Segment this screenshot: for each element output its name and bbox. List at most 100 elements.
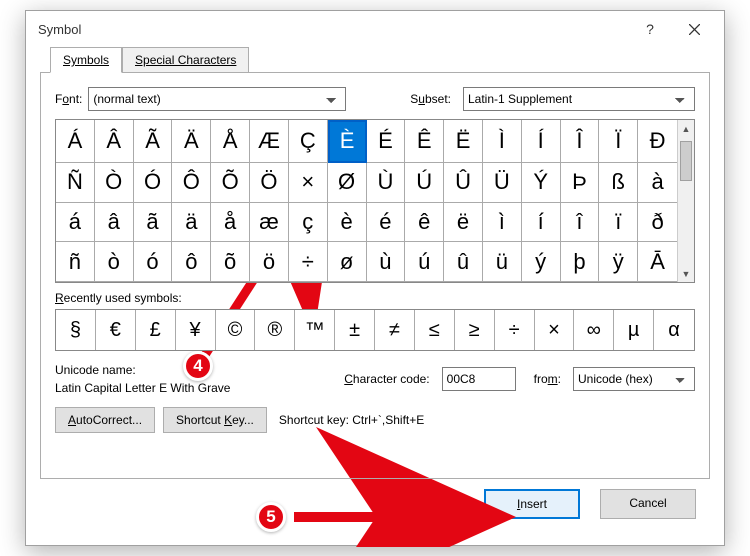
symbol-cell[interactable]: Ú (405, 163, 444, 203)
symbol-cell[interactable]: ë (444, 203, 483, 243)
recent-symbol-cell[interactable]: § (56, 310, 96, 350)
symbol-cell[interactable]: ú (405, 242, 444, 282)
recent-symbol-cell[interactable]: ® (255, 310, 295, 350)
recent-symbol-cell[interactable]: ≠ (375, 310, 415, 350)
symbol-cell[interactable]: ù (367, 242, 406, 282)
symbol-cell[interactable]: Í (522, 120, 561, 163)
symbol-cell[interactable]: Ù (367, 163, 406, 203)
symbol-cell[interactable]: Ô (172, 163, 211, 203)
recent-symbol-cell[interactable]: ™ (295, 310, 335, 350)
symbol-cell[interactable]: Ý (522, 163, 561, 203)
recent-symbol-cell[interactable]: ∞ (574, 310, 614, 350)
shortcut-key-text: Shortcut key: Ctrl+`,Shift+E (279, 413, 424, 427)
symbol-cell[interactable]: ô (172, 242, 211, 282)
symbol-cell[interactable]: Ø (328, 163, 367, 203)
recent-symbol-cell[interactable]: ≥ (455, 310, 495, 350)
recent-symbol-cell[interactable]: ¥ (176, 310, 216, 350)
symbol-cell[interactable]: × (289, 163, 328, 203)
symbol-cell[interactable]: È (328, 120, 367, 163)
subset-select[interactable]: Latin-1 Supplement (463, 87, 695, 111)
symbol-cell[interactable]: ø (328, 242, 367, 282)
symbol-cell[interactable]: Ã (134, 120, 173, 163)
symbol-cell[interactable]: è (328, 203, 367, 243)
symbol-cell[interactable]: É (367, 120, 406, 163)
grid-scrollbar[interactable]: ▲ ▼ (677, 120, 694, 282)
symbol-cell[interactable]: ç (289, 203, 328, 243)
symbol-cell[interactable]: Û (444, 163, 483, 203)
symbol-cell[interactable]: Ç (289, 120, 328, 163)
symbol-cell[interactable]: þ (561, 242, 600, 282)
symbol-cell[interactable]: ò (95, 242, 134, 282)
symbol-cell[interactable]: Î (561, 120, 600, 163)
scroll-thumb[interactable] (680, 141, 692, 181)
insert-button[interactable]: Insert (484, 489, 580, 519)
symbol-cell[interactable]: ð (638, 203, 677, 243)
tab-symbols[interactable]: Symbols (50, 47, 122, 73)
symbol-cell[interactable]: Ð (638, 120, 677, 163)
tab-special-characters[interactable]: Special Characters (122, 47, 249, 72)
symbol-cell[interactable]: û (444, 242, 483, 282)
close-button[interactable] (672, 14, 716, 44)
recent-symbol-cell[interactable]: £ (136, 310, 176, 350)
cancel-button[interactable]: Cancel (600, 489, 696, 519)
symbol-cell[interactable]: ý (522, 242, 561, 282)
symbol-cell[interactable]: Þ (561, 163, 600, 203)
symbol-cell[interactable]: ÿ (599, 242, 638, 282)
symbol-cell[interactable]: Æ (250, 120, 289, 163)
symbol-cell[interactable]: ï (599, 203, 638, 243)
subset-label: Subset: (410, 92, 451, 106)
recent-symbol-cell[interactable]: × (535, 310, 575, 350)
symbol-cell[interactable]: Â (95, 120, 134, 163)
symbol-cell[interactable]: ó (134, 242, 173, 282)
recent-symbol-cell[interactable]: ± (335, 310, 375, 350)
symbol-cell[interactable]: Ü (483, 163, 522, 203)
recent-symbol-cell[interactable]: ≤ (415, 310, 455, 350)
symbol-cell[interactable]: à (638, 163, 677, 203)
symbol-cell[interactable]: ä (172, 203, 211, 243)
symbol-cell[interactable]: ñ (56, 242, 95, 282)
symbol-cell[interactable]: æ (250, 203, 289, 243)
recent-symbol-cell[interactable]: ÷ (495, 310, 535, 350)
symbol-cell[interactable]: é (367, 203, 406, 243)
scroll-up-icon[interactable]: ▲ (678, 120, 694, 137)
symbol-cell[interactable]: Ä (172, 120, 211, 163)
symbol-cell[interactable]: í (522, 203, 561, 243)
symbol-cell[interactable]: Ì (483, 120, 522, 163)
symbol-cell[interactable]: Ö (250, 163, 289, 203)
symbol-cell[interactable]: á (56, 203, 95, 243)
symbol-cell[interactable]: î (561, 203, 600, 243)
recent-symbol-cell[interactable]: µ (614, 310, 654, 350)
recent-symbol-cell[interactable]: © (216, 310, 256, 350)
symbol-cell[interactable]: Ò (95, 163, 134, 203)
symbol-cell[interactable]: Ā (638, 242, 677, 282)
symbol-cell[interactable]: å (211, 203, 250, 243)
symbol-cell[interactable]: ÷ (289, 242, 328, 282)
symbol-cell[interactable]: ö (250, 242, 289, 282)
symbol-cell[interactable]: Ë (444, 120, 483, 163)
unicode-name-label: Unicode name: (55, 363, 344, 377)
symbol-dialog: Symbol ? Symbols Special Characters Font… (25, 10, 725, 546)
symbol-cell[interactable]: ê (405, 203, 444, 243)
autocorrect-button[interactable]: AutoCorrect... (55, 407, 155, 433)
recent-symbol-cell[interactable]: € (96, 310, 136, 350)
shortcut-key-button[interactable]: Shortcut Key... (163, 407, 267, 433)
symbol-cell[interactable]: Ó (134, 163, 173, 203)
scroll-down-icon[interactable]: ▼ (678, 265, 694, 282)
symbol-cell[interactable]: Á (56, 120, 95, 163)
symbol-cell[interactable]: Õ (211, 163, 250, 203)
symbol-cell[interactable]: Å (211, 120, 250, 163)
symbol-cell[interactable]: â (95, 203, 134, 243)
symbol-cell[interactable]: ß (599, 163, 638, 203)
symbol-cell[interactable]: Ñ (56, 163, 95, 203)
recent-symbol-cell[interactable]: α (654, 310, 694, 350)
char-code-input[interactable] (442, 367, 516, 391)
symbol-cell[interactable]: Ê (405, 120, 444, 163)
from-select[interactable]: Unicode (hex) (573, 367, 695, 391)
help-button[interactable]: ? (628, 14, 672, 44)
symbol-cell[interactable]: õ (211, 242, 250, 282)
symbol-cell[interactable]: ì (483, 203, 522, 243)
symbol-cell[interactable]: ã (134, 203, 173, 243)
symbol-cell[interactable]: Ï (599, 120, 638, 163)
symbol-cell[interactable]: ü (483, 242, 522, 282)
font-select[interactable]: (normal text) (88, 87, 346, 111)
